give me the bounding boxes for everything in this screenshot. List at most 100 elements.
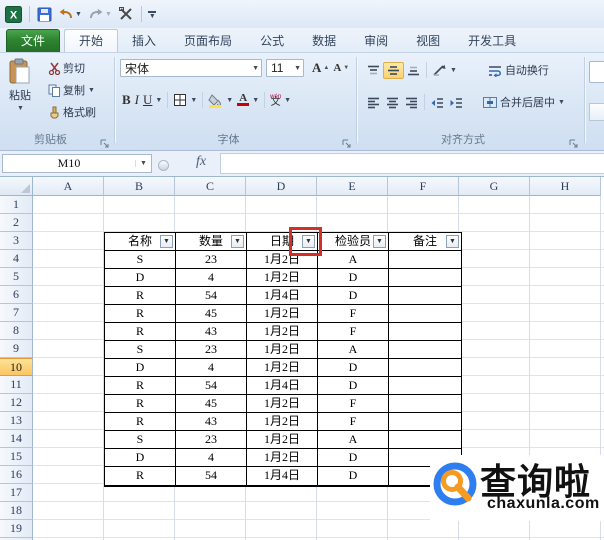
redo-button[interactable]: ▼ [87,6,113,23]
cell-quantity[interactable]: 54 [176,287,247,305]
filter-dropdown-icon-date[interactable]: ▼ [302,235,315,248]
cell-name[interactable]: S [105,431,176,449]
cell-name[interactable]: R [105,323,176,341]
ribbon-tab[interactable]: 数据 [298,30,350,52]
cell-date[interactable]: 1月2日 [247,413,318,431]
cell-name[interactable]: D [105,359,176,377]
row-header[interactable]: 14 [0,430,33,448]
cell-name[interactable]: R [105,467,176,485]
cell-inspector[interactable]: D [318,359,389,377]
cell-remark[interactable] [389,431,461,449]
select-all-corner[interactable] [0,177,33,196]
cell-name[interactable]: S [105,341,176,359]
font-color-button[interactable]: A ▼ [235,93,261,107]
undo-button[interactable]: ▼ [57,6,83,23]
cell-name[interactable]: D [105,449,176,467]
column-header[interactable]: F [388,177,459,196]
increase-indent-button[interactable] [447,95,466,110]
cell-name[interactable]: S [105,251,176,269]
cell-quantity[interactable]: 54 [176,377,247,395]
cell-date[interactable]: 1月2日 [247,431,318,449]
cell-name[interactable]: R [105,305,176,323]
table-row[interactable]: S 23 1月2日 A [105,431,461,449]
fill-color-button[interactable]: ▼ [206,92,235,109]
row-header[interactable]: 8 [0,322,33,340]
column-header[interactable]: G [459,177,530,196]
cell-quantity[interactable]: 45 [176,395,247,413]
insert-function-button[interactable]: fx [196,154,206,170]
cell-name[interactable]: R [105,377,176,395]
row-header[interactable]: 5 [0,268,33,286]
cell-quantity[interactable]: 23 [176,341,247,359]
cut-button[interactable]: 剪切 [46,59,98,77]
row-header[interactable]: 13 [0,412,33,430]
table-row[interactable]: R 45 1月2日 F [105,305,461,323]
cell-inspector[interactable]: F [318,413,389,431]
dialog-launcher-icon[interactable] [569,136,579,148]
cell-remark[interactable] [389,251,461,269]
ribbon-tab[interactable]: 开发工具 [454,30,530,52]
ribbon-tab[interactable]: 视图 [402,30,454,52]
table-row[interactable]: R 54 1月4日 D [105,377,461,395]
cell-inspector[interactable]: A [318,431,389,449]
grow-font-button[interactable]: A ▲ [310,59,331,77]
font-name-combo[interactable]: 宋体 ▼ [120,59,262,77]
name-box[interactable]: M10 ▼ [2,154,152,173]
column-header[interactable]: E [317,177,388,196]
chevron-down-icon[interactable]: ▼ [135,160,151,167]
row-header[interactable]: 19 [0,520,33,538]
column-header[interactable]: C [175,177,246,196]
cell-date[interactable]: 1月2日 [247,251,318,269]
header-cell-date[interactable]: 日期 ▼ [247,233,318,251]
row-header[interactable]: 6 [0,286,33,304]
table-row[interactable]: R 54 1月4日 D [105,287,461,305]
formula-input[interactable] [220,153,604,174]
format-painter-button[interactable]: 格式刷 [46,103,98,121]
cell-inspector[interactable]: D [318,467,389,485]
copy-button[interactable]: 复制 ▼ [46,81,98,99]
cell-inspector[interactable]: D [318,377,389,395]
cell-quantity[interactable]: 43 [176,323,247,341]
cell-name[interactable]: D [105,269,176,287]
cell-inspector[interactable]: F [318,395,389,413]
row-header[interactable]: 18 [0,502,33,520]
filter-dropdown-icon[interactable]: ▼ [446,235,459,248]
row-header[interactable]: 1 [0,196,33,214]
worksheet-grid[interactable]: ABCDEFGH 1234567891011121314151617181920… [0,177,604,540]
column-header[interactable]: D [246,177,317,196]
cell-quantity[interactable]: 23 [176,251,247,269]
number-format-combo-partial[interactable] [589,61,604,83]
table-row[interactable]: R 54 1月4日 D [105,467,461,485]
table-row[interactable]: S 23 1月2日 A [105,251,461,269]
merge-center-button[interactable]: 合并后居中 ▼ [480,93,567,111]
orientation-button[interactable]: ▼ [430,63,459,78]
cell-name[interactable]: R [105,287,176,305]
cell-date[interactable]: 1月2日 [247,323,318,341]
cell-quantity[interactable]: 43 [176,413,247,431]
header-cell-name[interactable]: 名称 ▼ [105,233,176,251]
table-row[interactable]: D 4 1月2日 D [105,449,461,467]
cell-date[interactable]: 1月2日 [247,269,318,287]
filter-dropdown-icon[interactable]: ▼ [373,235,386,248]
table-row[interactable]: R 43 1月2日 F [105,413,461,431]
row-header[interactable]: 17 [0,484,33,502]
cell-quantity[interactable]: 23 [176,431,247,449]
cell-inspector[interactable]: D [318,269,389,287]
partial-icon[interactable] [589,103,604,121]
cell-remark[interactable] [389,359,461,377]
align-bottom-button[interactable] [404,63,423,78]
wrap-text-button[interactable]: 自动换行 [485,61,551,79]
row-header[interactable]: 3 [0,232,33,250]
phonetic-guide-button[interactable]: wén 文 ▼ [268,93,293,108]
save-button[interactable] [36,6,53,23]
cell-date[interactable]: 1月2日 [247,395,318,413]
cell-date[interactable]: 1月4日 [247,287,318,305]
cell-remark[interactable] [389,377,461,395]
row-header[interactable]: 4 [0,250,33,268]
ribbon-tab[interactable]: 页面布局 [170,30,246,52]
table-row[interactable]: S 23 1月2日 A [105,341,461,359]
cell-date[interactable]: 1月2日 [247,305,318,323]
bold-button[interactable]: B [120,91,133,109]
row-header[interactable]: 2 [0,214,33,232]
ribbon-tab[interactable]: 插入 [118,30,170,52]
